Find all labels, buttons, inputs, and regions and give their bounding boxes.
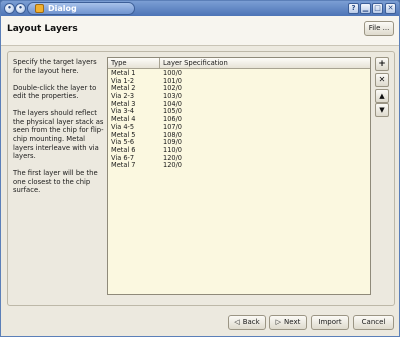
table-header: Type Layer Specification bbox=[108, 58, 370, 69]
import-button[interactable]: Import bbox=[311, 315, 349, 330]
arrow-down-icon: ▼ bbox=[379, 106, 385, 114]
help-paragraph: Double-click the layer to edit the prope… bbox=[13, 83, 97, 101]
table-row[interactable]: Metal 4 106/0 bbox=[108, 115, 370, 124]
title-bar: • • Dialog ? ▁ □ ✕ bbox=[1, 1, 399, 16]
remove-layer-button[interactable]: ✕ bbox=[375, 73, 389, 87]
plus-icon: + bbox=[378, 59, 386, 69]
table-row[interactable]: Metal 2 102/0 bbox=[108, 85, 370, 93]
back-button-label: Back bbox=[242, 318, 260, 326]
move-up-button[interactable]: ▲ bbox=[375, 89, 389, 103]
table-row[interactable]: Via 1-2 101/0 bbox=[108, 76, 370, 86]
table-body: Metal 1 100/0 Via 1-2 101/0 Metal 2 102/0 V… bbox=[108, 69, 370, 170]
add-layer-button[interactable]: + bbox=[375, 57, 389, 71]
window-title-pill: Dialog bbox=[27, 2, 135, 15]
table-row[interactable]: Metal 6 110/0 bbox=[108, 145, 370, 155]
table-row[interactable]: Via 5-6 109/0 bbox=[108, 138, 370, 147]
layer-table[interactable]: Type Layer Specification Metal 1 100/0 Vi… bbox=[107, 57, 371, 295]
table-row[interactable]: Metal 7 120/0 bbox=[108, 162, 370, 170]
help-icon[interactable]: ? bbox=[348, 3, 359, 14]
move-down-button[interactable]: ▼ bbox=[375, 103, 389, 117]
help-text: Specify the target layers for the layout… bbox=[13, 58, 105, 203]
next-button[interactable]: ▷ Next bbox=[269, 315, 307, 330]
arrow-left-icon: ◁ bbox=[234, 318, 240, 326]
cell-layer-spec: 106/0 bbox=[163, 115, 183, 124]
help-paragraph: The layers should reflect the physical l… bbox=[13, 109, 104, 161]
page-title: Layout Layers bbox=[7, 24, 78, 34]
cell-layer-spec: 105/0 bbox=[163, 107, 183, 116]
help-paragraph: The first layer will be the one closest … bbox=[13, 169, 98, 195]
cell-layer-spec: 102/0 bbox=[163, 84, 183, 93]
cell-layer-spec: 101/0 bbox=[163, 76, 183, 85]
delete-icon: ✕ bbox=[378, 75, 386, 84]
dialog-window: • • Dialog ? ▁ □ ✕ Layout Layers File ..… bbox=[0, 0, 400, 337]
window-menu-icon[interactable]: • bbox=[4, 3, 15, 14]
cell-layer-spec: 103/0 bbox=[163, 92, 183, 101]
cell-layer-spec: 120/0 bbox=[163, 153, 183, 162]
column-header-type[interactable]: Type bbox=[108, 58, 160, 69]
cell-layer-spec: 109/0 bbox=[163, 138, 183, 147]
table-row[interactable]: Metal 1 100/0 bbox=[108, 69, 370, 78]
table-row[interactable]: Metal 5 108/0 bbox=[108, 130, 370, 140]
column-header-layer-spec[interactable]: Layer Specification bbox=[160, 58, 370, 69]
page-header: Layout Layers File ... bbox=[1, 16, 399, 46]
arrow-right-icon: ▷ bbox=[275, 318, 282, 326]
arrow-up-icon: ▲ bbox=[379, 92, 385, 100]
minimize-icon[interactable]: ▁ bbox=[360, 3, 371, 14]
cell-layer-spec: 107/0 bbox=[163, 122, 183, 131]
table-row[interactable]: Via 2-3 103/0 bbox=[108, 92, 370, 101]
back-button[interactable]: ◁ Back bbox=[228, 315, 266, 330]
help-paragraph: Specify the target layers for the layout… bbox=[13, 58, 97, 75]
window-title: Dialog bbox=[48, 4, 77, 13]
next-button-label: Next bbox=[284, 318, 301, 326]
table-row[interactable]: Via 4-5 107/0 bbox=[108, 122, 370, 132]
close-icon[interactable]: ✕ bbox=[385, 3, 396, 14]
cell-layer-spec: 110/0 bbox=[163, 145, 183, 154]
maximize-icon[interactable]: □ bbox=[372, 3, 383, 14]
table-row[interactable]: Via 6-7 120/0 bbox=[108, 153, 370, 163]
table-row[interactable]: Metal 3 104/0 bbox=[108, 99, 370, 109]
cancel-button[interactable]: Cancel bbox=[353, 315, 394, 330]
window-shade-icon[interactable]: • bbox=[15, 3, 26, 14]
cell-layer-spec: 120/0 bbox=[163, 161, 183, 170]
file-menu-button[interactable]: File ... bbox=[364, 21, 394, 36]
cell-layer-spec: 104/0 bbox=[163, 99, 183, 108]
cell-layer-spec: 100/0 bbox=[163, 69, 183, 77]
cell-type: Metal 7 bbox=[111, 161, 136, 170]
table-row[interactable]: Via 3-4 105/0 bbox=[108, 108, 370, 116]
app-icon bbox=[35, 4, 44, 13]
cell-layer-spec: 108/0 bbox=[163, 130, 183, 139]
